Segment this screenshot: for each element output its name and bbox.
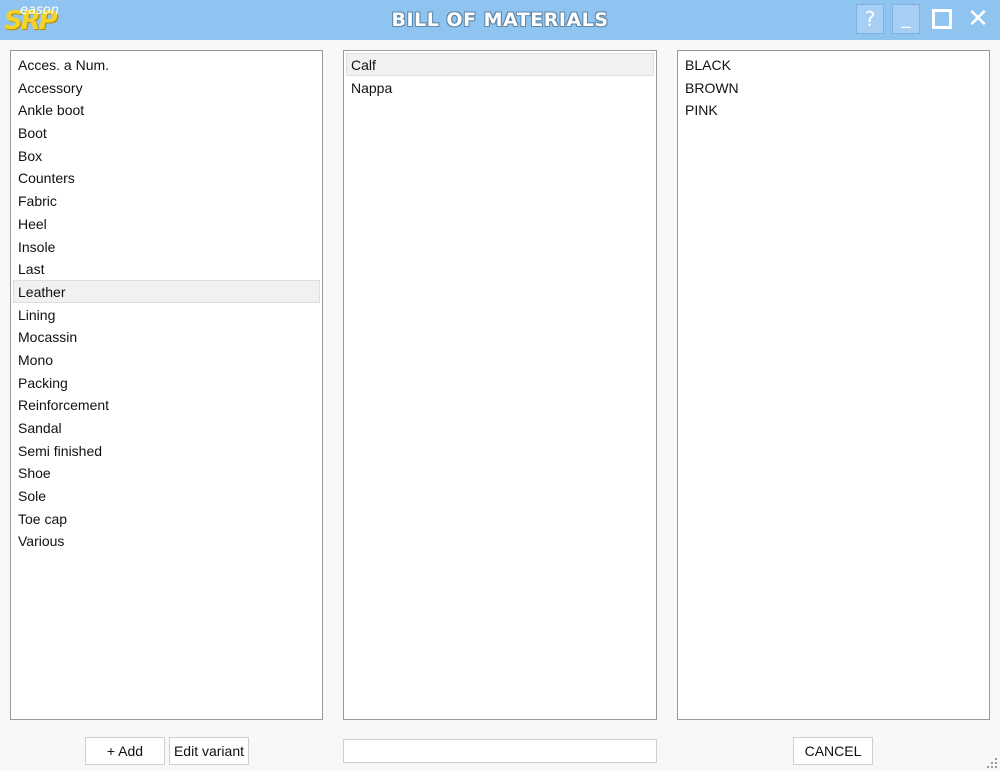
- category-list-item[interactable]: Toe cap: [13, 507, 320, 530]
- resize-grip-icon[interactable]: [987, 758, 997, 768]
- minimize-button[interactable]: _: [892, 4, 920, 34]
- category-list-item[interactable]: Sole: [13, 484, 320, 507]
- window-title: BILL OF MATERIALS: [391, 9, 609, 31]
- app-logo: SRP eason: [4, 2, 64, 38]
- category-list-item[interactable]: Sandal: [13, 416, 320, 439]
- maximize-button[interactable]: [928, 4, 956, 34]
- category-list-item[interactable]: Last: [13, 257, 320, 280]
- color-list[interactable]: BLACK BROWN PINK: [678, 51, 989, 121]
- category-list-item[interactable]: Mocassin: [13, 325, 320, 348]
- filter-input[interactable]: [343, 739, 657, 763]
- category-list-item[interactable]: Box: [13, 144, 320, 167]
- category-list-item[interactable]: Insole: [13, 235, 320, 258]
- category-list-item[interactable]: Fabric: [13, 189, 320, 212]
- material-list-item[interactable]: Calf: [346, 53, 654, 76]
- title-bar: SRP eason BILL OF MATERIALS ? _ ✕: [0, 0, 1000, 40]
- edit-variant-button[interactable]: Edit variant: [169, 737, 249, 765]
- category-list-item[interactable]: Semi finished: [13, 439, 320, 462]
- material-list-item[interactable]: Nappa: [346, 76, 654, 99]
- color-list-item[interactable]: PINK: [680, 98, 987, 121]
- category-list-panel[interactable]: Acces. a Num. Accessory Ankle boot Boot Box C…: [10, 50, 323, 720]
- material-list-panel[interactable]: Calf Nappa: [343, 50, 657, 720]
- category-list-item[interactable]: Shoe: [13, 461, 320, 484]
- category-list-item[interactable]: Mono: [13, 348, 320, 371]
- close-button[interactable]: ✕: [964, 4, 992, 34]
- category-list-item[interactable]: Ankle boot: [13, 98, 320, 121]
- add-button[interactable]: + Add: [85, 737, 165, 765]
- close-icon: ✕: [967, 4, 989, 34]
- color-list-item[interactable]: BROWN: [680, 76, 987, 99]
- cancel-button[interactable]: CANCEL: [793, 737, 873, 765]
- help-icon: ?: [864, 7, 876, 31]
- category-list-item[interactable]: Acces. a Num.: [13, 53, 320, 76]
- category-list-item[interactable]: Packing: [13, 371, 320, 394]
- category-list-item[interactable]: Lining: [13, 303, 320, 326]
- maximize-icon: [932, 9, 952, 29]
- color-list-panel[interactable]: BLACK BROWN PINK: [677, 50, 990, 720]
- category-list-item[interactable]: Accessory: [13, 76, 320, 99]
- category-list-item[interactable]: Various: [13, 529, 320, 552]
- category-list-item[interactable]: Counters: [13, 166, 320, 189]
- logo-sub-text: eason: [20, 3, 59, 18]
- category-list-item[interactable]: Heel: [13, 212, 320, 235]
- category-list-item[interactable]: Boot: [13, 121, 320, 144]
- minimize-icon: _: [901, 8, 911, 29]
- category-list-item[interactable]: Leather: [13, 279, 320, 303]
- help-button[interactable]: ?: [856, 4, 884, 34]
- material-list[interactable]: Calf Nappa: [344, 51, 656, 98]
- category-list[interactable]: Acces. a Num. Accessory Ankle boot Boot Box C…: [11, 51, 322, 552]
- color-list-item[interactable]: BLACK: [680, 53, 987, 76]
- category-list-item[interactable]: Reinforcement: [13, 393, 320, 416]
